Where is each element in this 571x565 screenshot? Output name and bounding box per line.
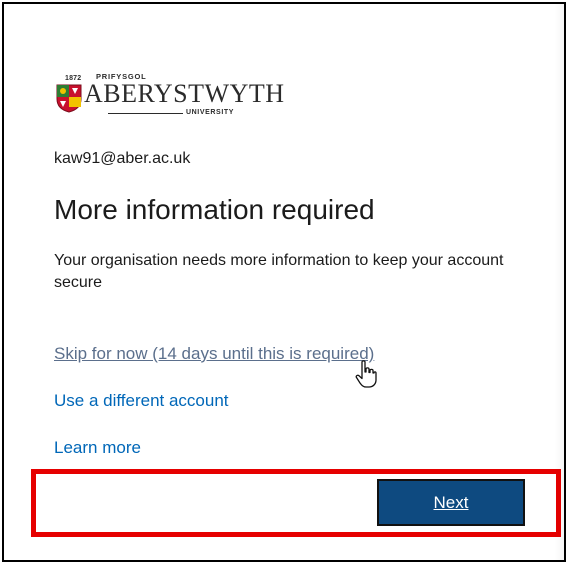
account-email: kaw91@aber.ac.uk <box>54 150 191 167</box>
logo-university: UNIVERSITY <box>186 109 235 116</box>
logo-divider <box>108 113 183 114</box>
signin-dialog: 1872 PRIFYSGOL ABERYSTWYTH UNIVERSITY ka… <box>2 2 566 562</box>
hand-pointer-icon <box>355 360 377 388</box>
use-different-account-link[interactable]: Use a different account <box>54 391 229 411</box>
page-title: More information required <box>54 194 375 225</box>
skip-for-now-link[interactable]: Skip for now (14 days until this is requ… <box>54 344 374 364</box>
logo-name: ABERYSTWYTH <box>84 79 285 108</box>
next-button[interactable]: Next <box>377 479 525 526</box>
page-description: Your organisation needs more information… <box>54 252 504 292</box>
logo-year: 1872 <box>65 75 82 82</box>
learn-more-link[interactable]: Learn more <box>54 438 141 458</box>
aberystwyth-logo: 1872 PRIFYSGOL ABERYSTWYTH UNIVERSITY <box>54 68 284 128</box>
university-crest-icon <box>56 84 82 113</box>
